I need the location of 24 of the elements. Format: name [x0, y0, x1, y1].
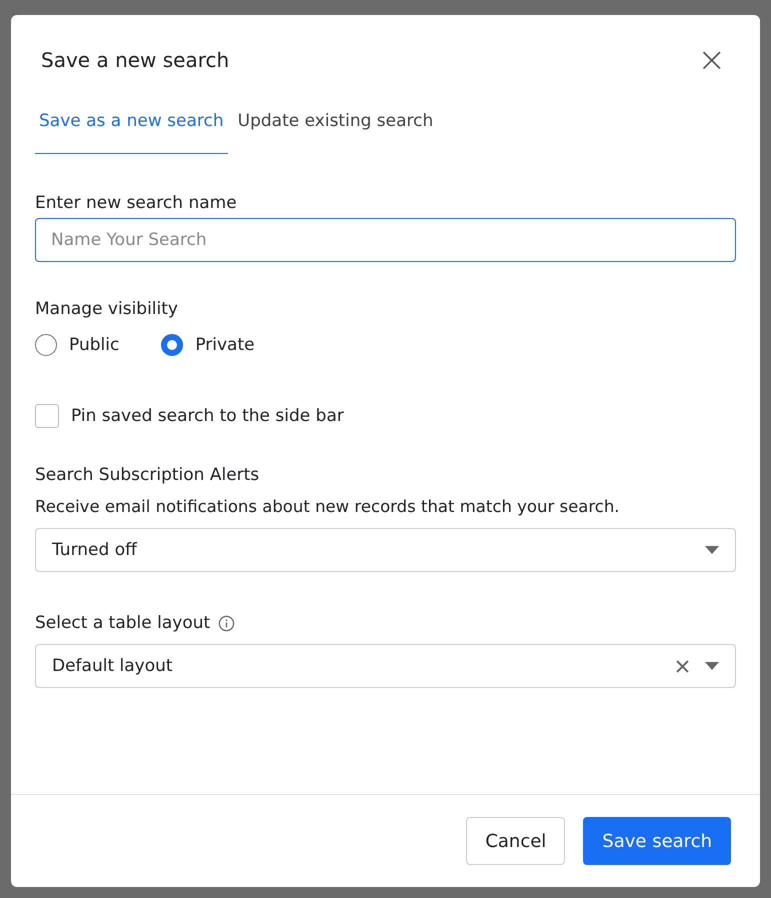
checkbox-label: Pin saved search to the side bar [71, 406, 344, 426]
field-label: Enter new search name [35, 192, 238, 214]
tab[interactable]: Save as a new search [35, 105, 228, 154]
section-title: Search Subscription Alerts [35, 464, 260, 486]
clear-icon[interactable] [676, 660, 689, 672]
radio-button[interactable] [161, 334, 184, 356]
radio-label: Public [69, 335, 120, 355]
dialog-title: Save a new search [41, 48, 230, 72]
info-icon [218, 614, 236, 632]
section-description: Receive email notifications about new records that match your search. [35, 497, 621, 516]
cancel-button[interactable]: Cancel [466, 817, 566, 865]
radio-label: Private [195, 335, 255, 355]
save-button[interactable]: Save search [583, 817, 731, 865]
alerts-select[interactable]: Turned off [35, 528, 736, 572]
checkbox[interactable] [35, 404, 59, 428]
close-button[interactable]: × [694, 45, 730, 75]
field-label: Manage visibility [35, 298, 179, 320]
tab[interactable]: Update existing search [234, 105, 438, 154]
radio-button[interactable] [35, 334, 57, 356]
caret-icon [705, 662, 719, 670]
caret-icon [705, 546, 719, 554]
search-name-field[interactable]: Name Your Search [35, 218, 736, 262]
field-label: Select a table layout [35, 612, 210, 634]
layout-select[interactable]: Default layout [35, 644, 736, 688]
